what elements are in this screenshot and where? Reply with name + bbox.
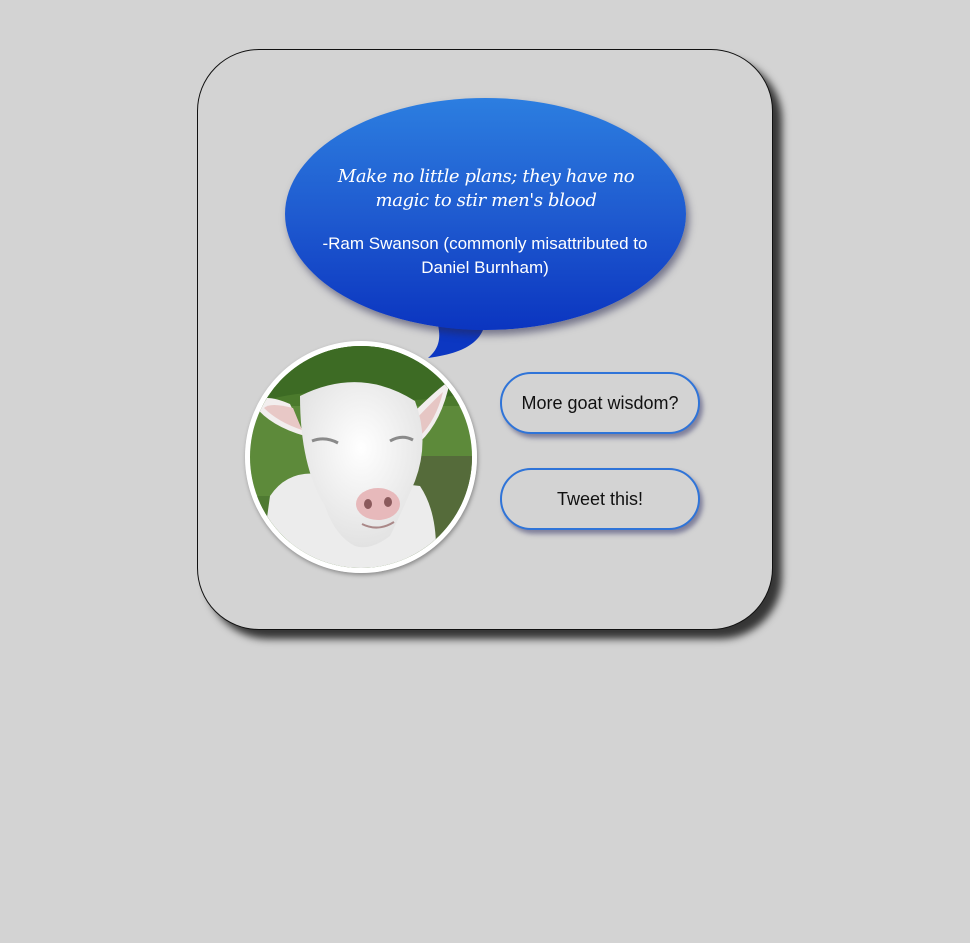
goat-photo-icon <box>250 346 472 568</box>
goat-avatar <box>245 341 477 573</box>
quote-author: -Ram Swanson (commonly misattributed to … <box>322 234 648 277</box>
speech-bubble <box>285 98 686 330</box>
more-goat-wisdom-button[interactable]: More goat wisdom? <box>500 372 700 434</box>
quote-text: Make no little plans; they have no magic… <box>337 166 635 211</box>
tweet-button[interactable]: Tweet this! <box>500 468 700 530</box>
